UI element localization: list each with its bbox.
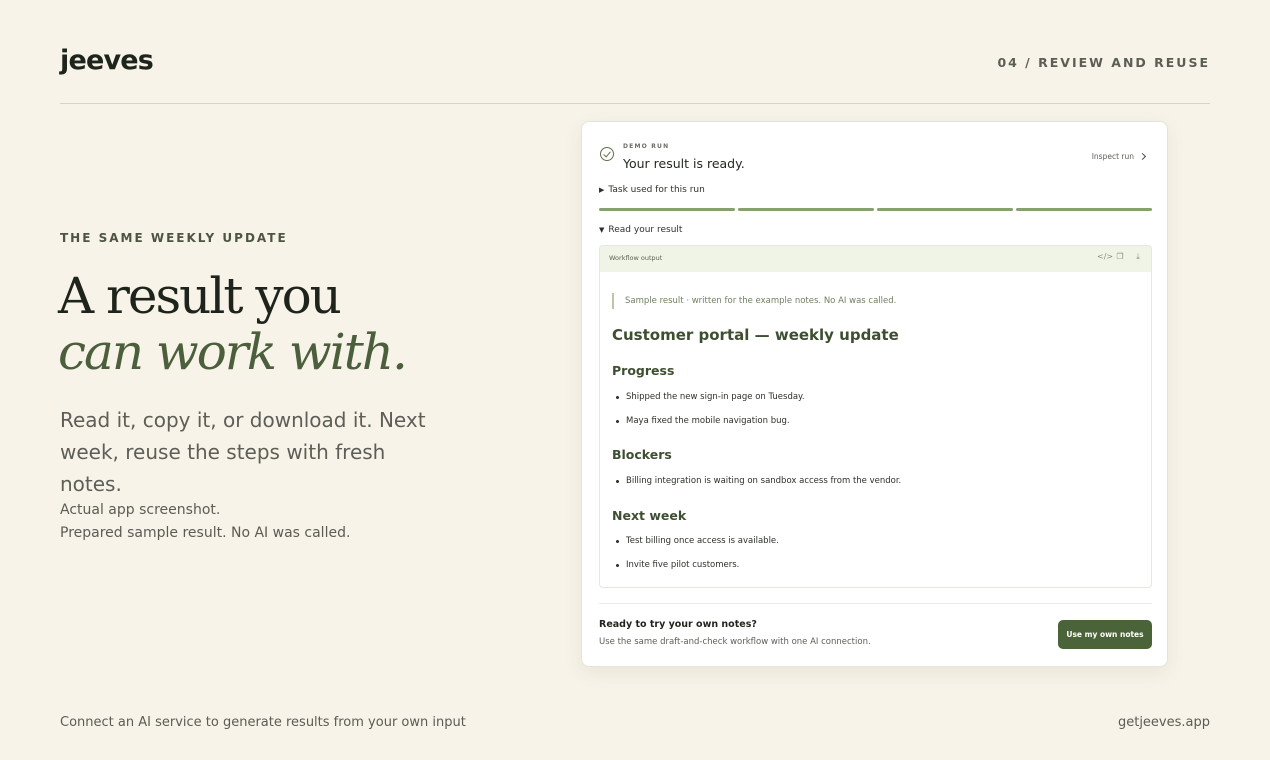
list-item: Invite five pilot customers.: [616, 560, 739, 570]
chevron-right-icon: [1138, 152, 1147, 161]
check-circle-icon: [600, 147, 614, 161]
disclaimer: Actual app screenshot. Prepared sample r…: [60, 499, 350, 545]
section-heading: Blockers: [612, 447, 672, 462]
list-item: Shipped the new sign-in page on Tuesday.: [616, 392, 805, 402]
headline-line-1: A result you: [58, 267, 342, 325]
progress-bar: [599, 208, 1152, 211]
brand-logo[interactable]: jeeves: [60, 45, 154, 76]
app-screenshot-card: DEMO RUN Your result is ready. Inspect r…: [581, 121, 1168, 667]
output-tools: </> ❐ ⤓: [1097, 252, 1143, 262]
document-heading: Customer portal — weekly update: [612, 326, 899, 344]
progress-segment: [877, 208, 1013, 211]
cta-title: Ready to try your own notes?: [599, 619, 757, 630]
list-item: Maya fixed the mobile navigation bug.: [616, 416, 790, 426]
lede: Read it, copy it, or download it. Next w…: [60, 408, 426, 496]
progress-segment: [738, 208, 874, 211]
use-own-notes-button[interactable]: Use my own notes: [1058, 620, 1152, 649]
sample-note: Sample result · written for the example …: [612, 293, 896, 309]
footer-url[interactable]: getjeeves.app: [1118, 715, 1210, 730]
read-result-toggle[interactable]: ▼ Read your result: [599, 225, 682, 235]
read-result-label: Read your result: [608, 225, 683, 235]
download-icon[interactable]: ⤓: [1133, 252, 1143, 262]
list-item: Billing integration is waiting on sandbo…: [616, 476, 901, 486]
code-icon[interactable]: </>: [1097, 252, 1113, 262]
disclaimer-line-1: Actual app screenshot.: [60, 502, 221, 518]
section-heading: Progress: [612, 363, 675, 378]
progress-segment: [599, 208, 735, 211]
step-indicator: 04 / REVIEW AND REUSE: [997, 55, 1210, 70]
triangle-down-icon: ▼: [599, 226, 605, 234]
workflow-output-panel: Workflow output </> ❐ ⤓ Sample result · …: [599, 245, 1152, 588]
task-toggle[interactable]: ▶ Task used for this run: [599, 185, 705, 195]
footer-note: Connect an AI service to generate result…: [60, 715, 466, 730]
progress-segment: [1016, 208, 1152, 211]
header-divider: [60, 103, 1210, 104]
eyebrow: THE SAME WEEKLY UPDATE: [60, 231, 288, 245]
cta-divider: [599, 603, 1152, 604]
section-heading: Next week: [612, 508, 687, 523]
cta-subtitle: Use the same draft-and-check workflow wi…: [599, 637, 871, 647]
list-item: Test billing once access is available.: [616, 536, 779, 546]
status-title: Your result is ready.: [623, 156, 745, 171]
output-title: Workflow output: [609, 254, 663, 262]
copy-icon[interactable]: ❐: [1115, 252, 1125, 262]
inspect-run-label: Inspect run: [1091, 152, 1134, 161]
demo-run-label: DEMO RUN: [623, 143, 670, 150]
task-toggle-label: Task used for this run: [608, 185, 705, 195]
triangle-right-icon: ▶: [599, 186, 605, 194]
headline: A result you can work with.: [58, 267, 408, 381]
headline-line-2: can work with.: [58, 323, 408, 381]
output-toolbar: Workflow output </> ❐ ⤓: [600, 246, 1151, 272]
inspect-run-link[interactable]: Inspect run: [1091, 152, 1147, 161]
disclaimer-line-2: Prepared sample result. No AI was called…: [60, 525, 351, 541]
